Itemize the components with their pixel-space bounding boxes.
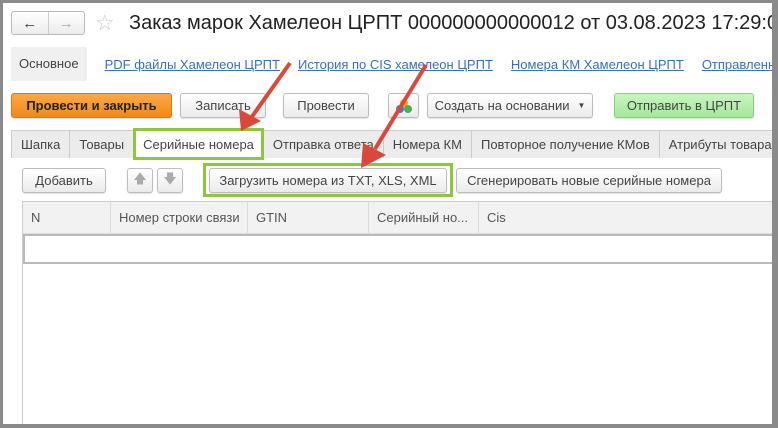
annotation-arrows bbox=[239, 61, 428, 168]
arrow-to-load-button bbox=[361, 63, 428, 168]
document-window: ← → ☆ Заказ марок Хамелеон ЦРПТ 00000000… bbox=[3, 3, 772, 424]
arrow-to-serial-tab bbox=[239, 61, 292, 131]
